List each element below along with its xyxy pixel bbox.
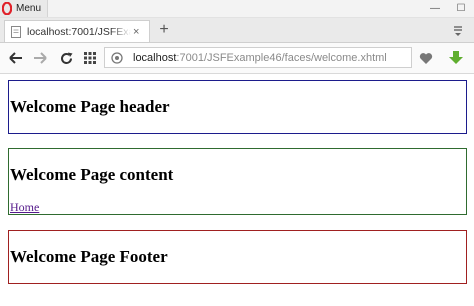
speed-dial-button[interactable]	[80, 48, 100, 68]
tab-active[interactable]: localhost:7001/JSFExample46/faces/welcom…	[4, 20, 150, 42]
page-content-heading: Welcome Page content	[10, 165, 174, 184]
reload-icon	[60, 52, 72, 64]
minimize-button[interactable]: —	[422, 0, 448, 17]
navigation-toolbar: localhost:7001/JSFExample46/faces/welcom…	[0, 43, 474, 74]
page-content-section: Welcome Page content Home	[8, 148, 467, 215]
grid-icon	[84, 52, 96, 64]
home-link[interactable]: Home	[10, 200, 39, 215]
new-tab-button[interactable]: +	[156, 22, 172, 38]
tab-strip: localhost:7001/JSFExample46/faces/welcom…	[0, 18, 474, 43]
close-tab-icon[interactable]: ×	[133, 26, 139, 38]
url-host: localhost	[133, 51, 177, 64]
heart-icon	[419, 52, 433, 64]
tab-title: localhost:7001/JSFExample46/faces/welcom…	[27, 25, 131, 38]
bookmark-button[interactable]	[416, 48, 436, 68]
page-favicon-icon	[10, 25, 22, 38]
address-bar[interactable]: localhost:7001/JSFExample46/faces/welcom…	[104, 47, 412, 68]
opera-logo-icon	[2, 2, 12, 15]
title-bar: Menu — ☐	[0, 0, 474, 18]
maximize-button[interactable]: ☐	[448, 0, 474, 17]
reload-button[interactable]	[56, 48, 76, 68]
download-arrow-icon	[449, 51, 463, 64]
url-path: :7001/JSFExample46/faces/welcome.xhtml	[176, 51, 387, 64]
page-header-section: Welcome Page header	[8, 80, 467, 134]
forward-arrow-icon	[34, 52, 47, 64]
back-arrow-icon	[9, 52, 22, 64]
window-controls: — ☐	[422, 0, 474, 17]
page-footer-section: Welcome Page Footer	[8, 230, 467, 284]
browser-window: Menu — ☐ localhost:7001/JSFExample46/fac…	[0, 0, 474, 306]
site-info-icon[interactable]	[111, 51, 123, 64]
page-viewport: Welcome Page header Welcome Page content…	[0, 74, 474, 306]
back-button[interactable]	[6, 48, 26, 68]
download-button[interactable]	[446, 48, 466, 68]
minimize-icon: —	[430, 3, 440, 14]
page-header-heading: Welcome Page header	[10, 97, 170, 116]
menu-button[interactable]: Menu	[0, 0, 48, 17]
menu-label: Menu	[16, 3, 42, 14]
page-footer-heading: Welcome Page Footer	[10, 247, 168, 266]
maximize-icon: ☐	[456, 3, 466, 14]
tab-menu-icon[interactable]	[452, 24, 464, 36]
forward-button[interactable]	[30, 48, 50, 68]
